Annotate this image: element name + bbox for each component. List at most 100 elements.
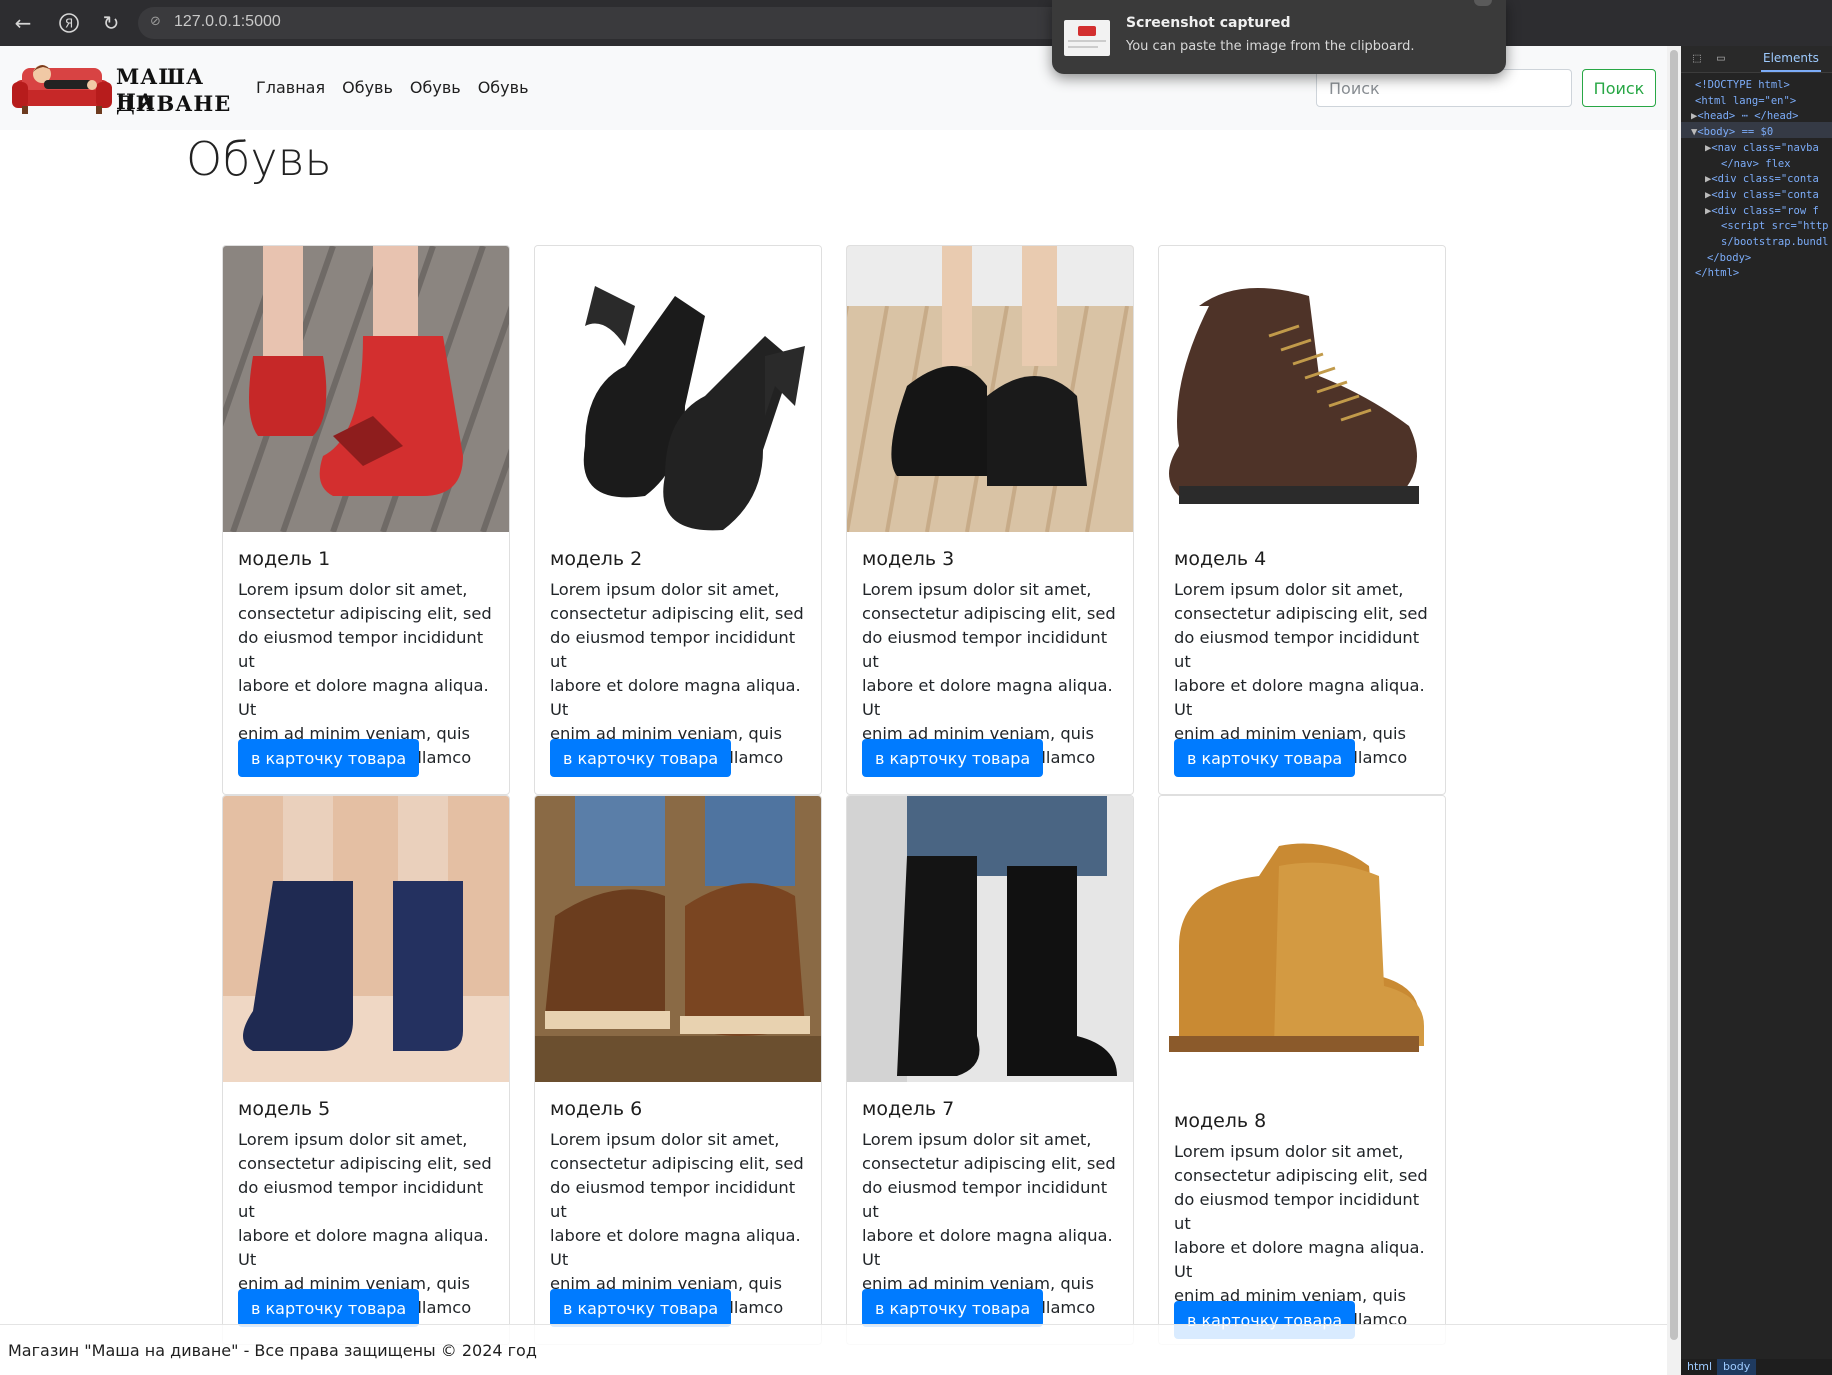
site-info-icon[interactable]: ⊘	[150, 14, 161, 29]
device-toolbar-icon[interactable]: ▭	[1717, 51, 1725, 66]
dom-tree-node[interactable]: ▶<div class="row f	[1705, 205, 1819, 217]
dom-tree-node[interactable]: </nav> flex	[1721, 158, 1791, 170]
description-line: consectetur adipiscing elit, sed	[862, 1154, 1116, 1173]
description-line: do eiusmod tempor incididunt ut	[862, 1178, 1108, 1221]
description-line: do eiusmod tempor incididunt ut	[1174, 628, 1420, 671]
product-card-button[interactable]: в карточку товара	[238, 1289, 420, 1327]
search-button[interactable]: Поиск	[1582, 69, 1656, 107]
breadcrumb-html[interactable]: html	[1687, 1360, 1712, 1373]
nav-link-shoes-1[interactable]: Обувь	[342, 78, 393, 97]
dom-node-text: <head> ⋯ </head>	[1697, 110, 1799, 123]
footer-text: Магазин "Маша на диване" - Все права защ…	[8, 1341, 537, 1360]
black-platform-shoes-photo-icon[interactable]	[847, 246, 1133, 532]
description-line: Lorem ipsum dolor sit amet,	[550, 1130, 780, 1149]
toast-title: Screenshot captured	[1126, 15, 1291, 31]
product-card: модель 5 Lorem ipsum dolor sit amet, cons…	[222, 795, 510, 1345]
devtools-tabbar: ⬚ ▭ Elements	[1681, 46, 1832, 73]
description-line: labore et dolore magna aliqua. Ut	[862, 1226, 1113, 1269]
search-input[interactable]	[1316, 69, 1572, 107]
dom-tree-node[interactable]: <!DOCTYPE html>	[1695, 79, 1790, 91]
description-line: consectetur adipiscing elit, sed	[238, 1154, 492, 1173]
product-title: модель 4	[1174, 548, 1267, 570]
dom-tree-node[interactable]: <script src="http	[1721, 220, 1828, 232]
product-card-button[interactable]: в карточку товара	[862, 739, 1044, 777]
description-line: consectetur adipiscing elit, sed	[862, 604, 1116, 623]
black-boots-with-wings-photo-icon[interactable]	[535, 246, 821, 532]
dom-node-text: </body>	[1707, 251, 1752, 264]
product-card: модель 8 Lorem ipsum dolor sit amet, cons…	[1158, 795, 1446, 1345]
dom-node-text: <div class="row f	[1711, 204, 1819, 217]
screenshot-thumbnail	[1064, 20, 1110, 56]
description-line: do eiusmod tempor incididunt ut	[238, 628, 484, 671]
tab-elements[interactable]: Elements	[1761, 46, 1821, 72]
tall-black-lace-up-boots-photo-icon[interactable]	[847, 796, 1133, 1082]
product-card-button[interactable]: в карточку товара	[550, 1289, 732, 1327]
brown-hiking-boot-photo-icon[interactable]	[1159, 246, 1445, 532]
nav-link-shoes-2[interactable]: Обувь	[410, 78, 461, 97]
product-card: модель 6 Lorem ipsum dolor sit amet, cons…	[534, 795, 822, 1345]
nav-link-shoes-3[interactable]: Обувь	[478, 78, 529, 97]
dom-node-text: </nav> flex	[1721, 157, 1791, 170]
yandex-icon[interactable]: Я	[56, 10, 82, 36]
product-title: модель 3	[862, 548, 955, 570]
product-card-button[interactable]: в карточку товара	[550, 739, 732, 777]
product-card-button[interactable]: в карточку товара	[1174, 739, 1356, 777]
dom-node-text: <div class="conta	[1711, 188, 1819, 201]
dom-tree-node[interactable]: ▼<body> == $0	[1691, 126, 1773, 138]
footer: Магазин "Маша на диване" - Все права защ…	[0, 1324, 1667, 1375]
dom-node-text: <script src="http	[1721, 220, 1829, 233]
description-line: consectetur adipiscing elit, sed	[1174, 1166, 1428, 1185]
dom-tree-node[interactable]: </html>	[1695, 267, 1739, 279]
navy-winter-boots-photo-icon[interactable]	[223, 796, 509, 1082]
inspect-element-icon[interactable]: ⬚	[1693, 51, 1701, 66]
description-line: consectetur adipiscing elit, sed	[550, 604, 804, 623]
nav-links: Главная Обувь Обувь Обувь	[256, 78, 529, 97]
dom-node-text: </html>	[1695, 267, 1740, 280]
product-card-button[interactable]: в карточку товара	[238, 739, 420, 777]
product-title: модель 2	[550, 548, 643, 570]
page-scrollbar[interactable]	[1667, 46, 1681, 1375]
product-card: модель 4 Lorem ipsum dolor sit amet, cons…	[1158, 245, 1446, 795]
screenshot-toast[interactable]: Screenshot captured You can paste the im…	[1052, 0, 1506, 74]
devtools-panel: ⬚ ▭ Elements <!DOCTYPE html> <html lang="…	[1681, 46, 1832, 1375]
back-icon[interactable]: ←	[10, 10, 36, 36]
product-title: модель 6	[550, 1098, 643, 1120]
reload-icon[interactable]: ↻	[98, 10, 124, 36]
brand-logo[interactable]: МАША НА ДИВАНЕ	[12, 58, 232, 120]
description-line: do eiusmod tempor incididunt ut	[1174, 1190, 1420, 1233]
page-title: Обувь	[186, 132, 332, 186]
dom-tree-node[interactable]: ▶<head> ⋯ </head>	[1691, 110, 1798, 122]
description-line: do eiusmod tempor incididunt ut	[550, 628, 796, 671]
product-card: модель 7 Lorem ipsum dolor sit amet, cons…	[846, 795, 1134, 1345]
description-line: Lorem ipsum dolor sit amet,	[1174, 1142, 1404, 1161]
nav-link-home[interactable]: Главная	[256, 78, 325, 97]
dom-tree-node[interactable]: s/bootstrap.bundl	[1721, 236, 1828, 248]
breadcrumb-body[interactable]: body	[1717, 1359, 1757, 1375]
description-line: labore et dolore magna aliqua. Ut	[862, 676, 1113, 719]
dom-tree-node[interactable]: ▶<nav class="navba	[1705, 142, 1819, 154]
dom-tree-node[interactable]: ▶<div class="conta	[1705, 173, 1819, 185]
description-line: labore et dolore magna aliqua. Ut	[1174, 676, 1425, 719]
description-line: do eiusmod tempor incididunt ut	[550, 1178, 796, 1221]
dom-node-text: s/bootstrap.bundl	[1721, 236, 1829, 248]
product-title: модель 5	[238, 1098, 331, 1120]
product-card: модель 3 Lorem ipsum dolor sit amet, cons…	[846, 245, 1134, 795]
description-line: labore et dolore magna aliqua. Ut	[238, 1226, 489, 1269]
address-bar[interactable]: ⊘ 127.0.0.1:5000	[138, 7, 1148, 39]
brown-fur-boots-photo-icon[interactable]	[535, 796, 821, 1082]
product-card-button[interactable]: в карточку товара	[862, 1289, 1044, 1327]
scrollbar-thumb[interactable]	[1670, 50, 1678, 1340]
description-line: Lorem ipsum dolor sit amet,	[1174, 580, 1404, 599]
browser-toolbar: ← Я ↻ ⊘ 127.0.0.1:5000	[0, 0, 1832, 46]
dom-tree-node[interactable]: <html lang="en">	[1695, 95, 1796, 107]
red-ankle-boots-photo-icon[interactable]	[223, 246, 509, 532]
dom-tree-node[interactable]: </body>	[1707, 252, 1751, 264]
dom-node-text: <html lang="en">	[1695, 94, 1797, 107]
url-text: 127.0.0.1:5000	[174, 13, 281, 30]
dom-tree-node[interactable]: ▶<div class="conta	[1705, 189, 1819, 201]
description-line: labore et dolore magna aliqua. Ut	[550, 676, 801, 719]
tan-work-boots-photo-icon[interactable]	[1159, 796, 1445, 1082]
description-line: labore et dolore magna aliqua. Ut	[1174, 1238, 1425, 1281]
brand-name-line2: ДИВАНЕ	[116, 91, 232, 116]
description-line: labore et dolore magna aliqua. Ut	[550, 1226, 801, 1269]
